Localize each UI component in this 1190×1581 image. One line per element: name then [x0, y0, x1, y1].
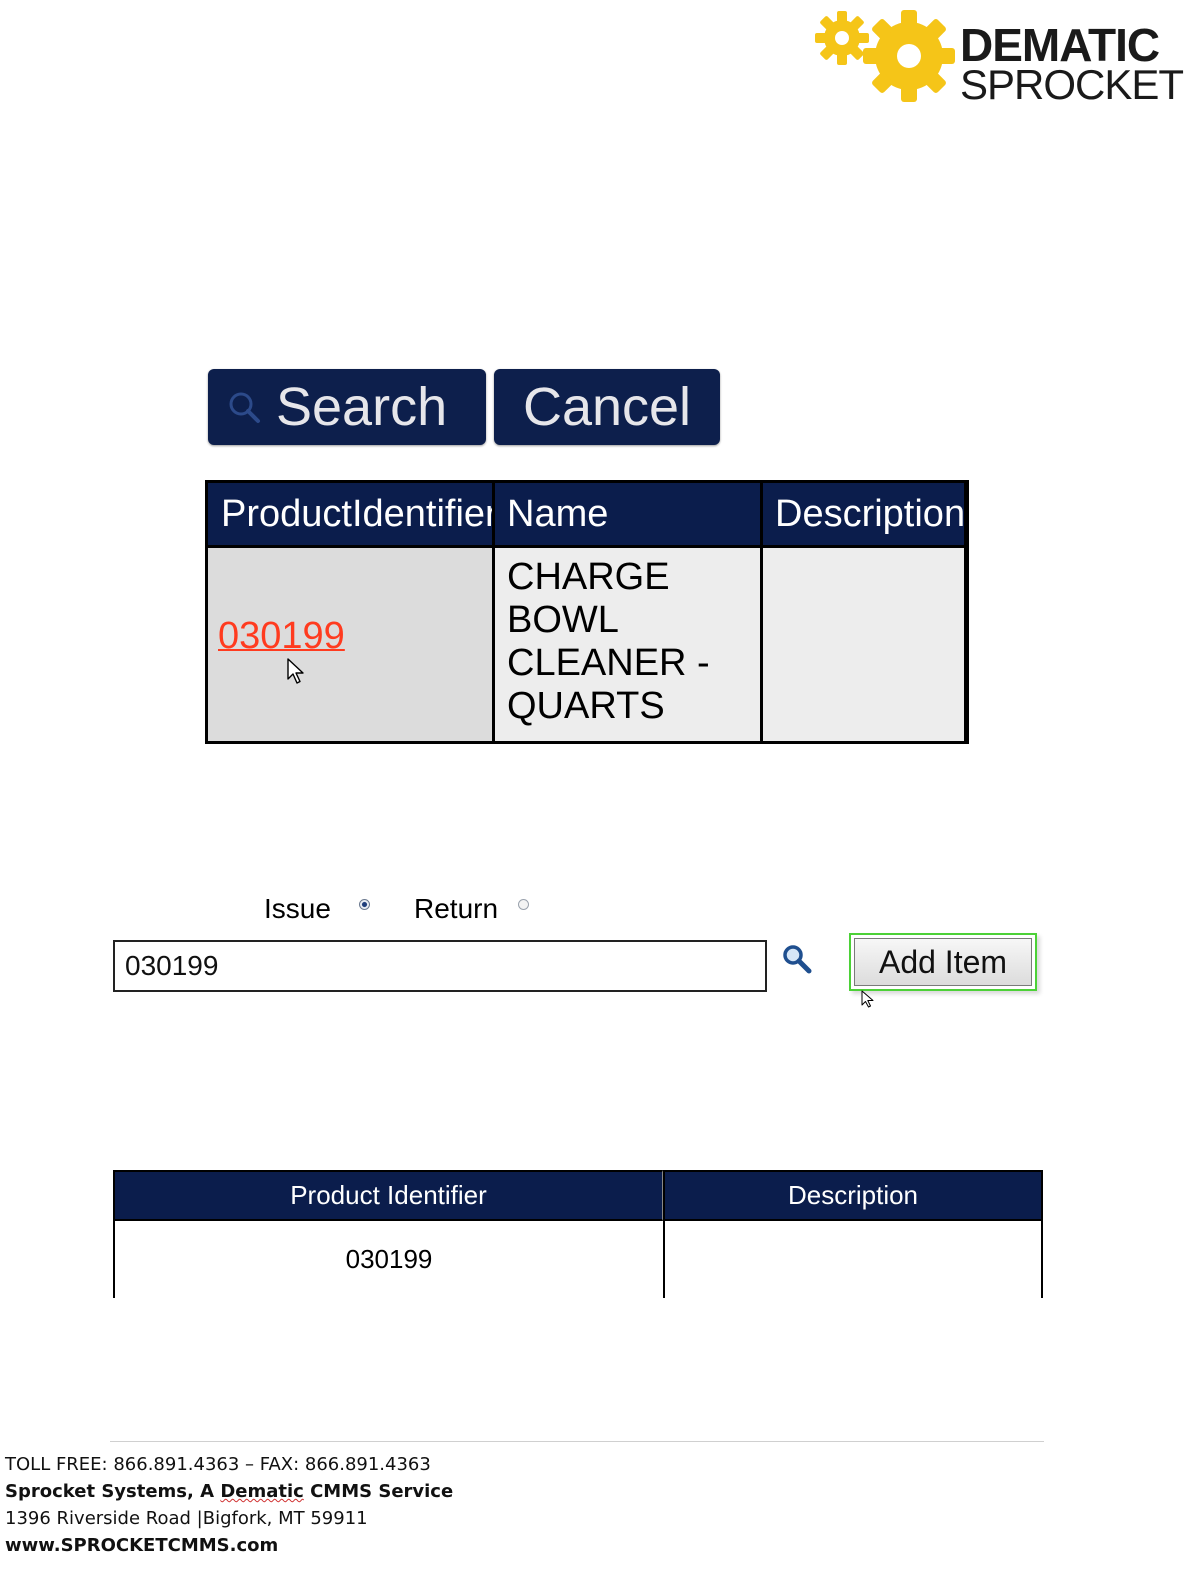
result-description-cell	[760, 548, 969, 744]
search-icon	[229, 392, 260, 423]
mouse-pointer-icon	[287, 658, 304, 684]
name-line: CLEANER -	[507, 642, 710, 684]
cancel-button[interactable]: Cancel	[494, 369, 720, 445]
issue-radio[interactable]	[359, 899, 370, 910]
column-header-product-identifier: Product Identifier	[113, 1170, 663, 1221]
search-button[interactable]: Search	[208, 369, 486, 445]
name-line: QUARTS	[507, 685, 665, 727]
logo-wordmark: DEMATIC SPROCKET	[960, 22, 1184, 108]
name-line: CHARGE	[507, 556, 670, 598]
column-header-productidentifier: ProductIdentifier	[205, 480, 498, 548]
result-product-identifier-cell: 030199	[205, 548, 492, 744]
footer-company: Sprocket Systems, A Dematic CMMS Service	[5, 1478, 453, 1505]
return-radio-label: Return	[414, 893, 499, 924]
footer-company-brand: Dematic	[220, 1481, 304, 1502]
added-items-table: Product Identifier Description 030199	[113, 1170, 1043, 1298]
product-identifier-input[interactable]	[113, 940, 767, 992]
gear-icon	[815, 10, 955, 102]
search-results-table: ProductIdentifier Name Description 03019…	[205, 480, 969, 744]
footer-website: www.SPROCKETCMMS.com	[5, 1535, 279, 1556]
footer: TOLL FREE: 866.891.4363 – FAX: 866.891.4…	[5, 1451, 453, 1559]
dematic-sprocket-logo: DEMATIC SPROCKET	[812, 8, 1184, 108]
cancel-button-label: Cancel	[522, 377, 692, 437]
search-icon[interactable]	[780, 942, 814, 976]
name-line: BOWL	[507, 599, 619, 641]
search-button-label: Search	[276, 377, 448, 437]
added-product-identifier-cell: 030199	[113, 1221, 663, 1298]
column-header-description: Description	[760, 480, 969, 548]
result-name-cell: CHARGE BOWL CLEANER - QUARTS	[492, 548, 760, 744]
return-radio[interactable]	[518, 899, 529, 910]
footer-company-suffix: CMMS Service	[303, 1481, 454, 1502]
column-header-name: Name	[492, 480, 760, 548]
add-item-button-label: Add Item	[854, 938, 1032, 986]
added-description-cell	[663, 1221, 1043, 1298]
add-item-button[interactable]: Add Item	[849, 933, 1037, 991]
issue-radio-label: Issue	[264, 893, 331, 924]
footer-address: 1396 Riverside Road |Bigfork, MT 59911	[5, 1508, 368, 1529]
footer-phone: TOLL FREE: 866.891.4363 – FAX: 866.891.4…	[5, 1454, 431, 1475]
footer-company-prefix: Sprocket Systems, A	[5, 1481, 221, 1502]
footer-divider	[110, 1441, 1044, 1442]
product-identifier-link[interactable]: 030199	[218, 615, 345, 658]
mouse-pointer-icon	[861, 990, 874, 1008]
logo-line-2: SPROCKET	[960, 61, 1184, 108]
column-header-description: Description	[663, 1170, 1043, 1221]
